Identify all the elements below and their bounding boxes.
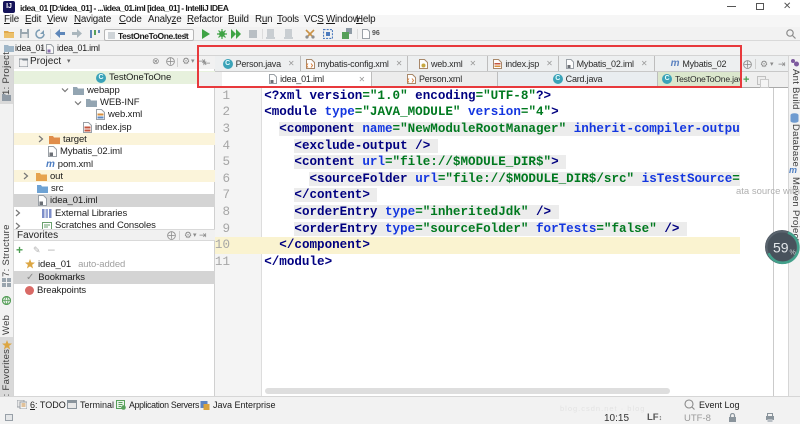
svg-text:59: 59: [773, 240, 789, 256]
svg-text:%: %: [790, 250, 796, 257]
